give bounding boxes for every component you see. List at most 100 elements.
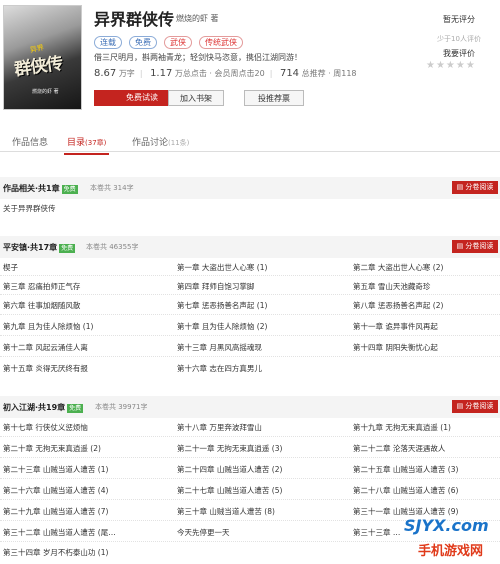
- volume-title: 初入江湖·共19章: [3, 403, 66, 412]
- chapter-link[interactable]: 第一章 大盗出世人心寒 (1): [177, 262, 267, 273]
- free-badge: 免费: [61, 185, 78, 194]
- chapter-link[interactable]: 第三十二章 山贼当道人遭苦 (尾…: [3, 527, 116, 538]
- word-count: 8.67: [94, 68, 117, 79]
- click-count: 1.17: [150, 68, 173, 79]
- volume-word-count: 本卷共 39971字: [95, 403, 148, 411]
- tab-discussion[interactable]: 作品讨论(11条): [132, 135, 189, 148]
- rating-count: 少于10人评价: [437, 35, 481, 43]
- cover-author: 燃烧的虾 著: [32, 89, 59, 95]
- chapter-link[interactable]: 第二十七章 山贼当道人遭苦 (5): [177, 485, 282, 496]
- volume-header: 平安镇·共17章 免费 本卷共 46355字 ▤ 分卷阅读: [0, 236, 500, 258]
- book-cover[interactable]: 异界 群侠传 燃烧的虾 著: [3, 5, 82, 110]
- row-divider: [0, 294, 500, 295]
- vote-button[interactable]: 投推荐票: [244, 90, 304, 106]
- rating-stars[interactable]: ★★★★★: [426, 60, 476, 71]
- chapter-link[interactable]: 第二十章 无拘无束真逍遥 (2): [3, 443, 101, 454]
- row-divider: [0, 499, 500, 500]
- book-intro: 借三尺明月，斟两袖青龙；轻剑快马恣意，携侣江湖同游！: [94, 53, 302, 62]
- book-stats: 8.67 万字 | 1.17 万总点击 · 会员周点击20 | 714 总推荐 · …: [94, 68, 357, 79]
- chapter-link[interactable]: 第十六章 志在四方真男儿: [177, 363, 262, 374]
- chapter-link[interactable]: 第十七章 行侠仗义惩烦恼: [3, 422, 88, 433]
- volume-name: 作品相关·共1章 免费: [3, 183, 78, 194]
- recommend-unit: 总推荐: [301, 69, 326, 78]
- free-badge: 免费: [67, 404, 84, 413]
- volume-title: 作品相关·共1章: [3, 184, 60, 193]
- chapter-link[interactable]: 第三章 忍痛拍师正气存: [3, 281, 80, 292]
- chapter-link[interactable]: 第十三章 月黑风高摇魂现: [177, 342, 262, 353]
- chapter-link[interactable]: 第七章 惩恶扬善名声起 (1): [177, 300, 267, 311]
- row-divider: [0, 436, 500, 437]
- chapter-link[interactable]: 第二十二章 沦落天涯遇故人: [353, 443, 445, 454]
- volume-title: 平安镇·共17章: [3, 243, 58, 252]
- volume-word-count: 本卷共 46355字: [86, 243, 139, 251]
- row-divider: [0, 314, 500, 315]
- volume-name: 平安镇·共17章 免费: [3, 242, 76, 253]
- week-recommend: 周118: [333, 69, 357, 78]
- tag-free: 免费: [129, 36, 157, 49]
- click-count-unit: 万总点击: [174, 69, 207, 78]
- volume-read-button[interactable]: ▤ 分卷阅读: [452, 240, 498, 253]
- tag-list: 连载 免费 武侠 传统武侠: [94, 36, 243, 49]
- chapter-link[interactable]: 第十二章 风起云涌佳人离: [3, 342, 88, 353]
- free-badge: 免费: [59, 244, 76, 253]
- chapter-link[interactable]: 第九章 且为佳人除烦恼 (1): [3, 321, 93, 332]
- chapter-link[interactable]: 第十一章 诡异事件风再起: [353, 321, 438, 332]
- tag-subcategory[interactable]: 传统武侠: [199, 36, 243, 49]
- rate-link[interactable]: 我要评价: [420, 48, 498, 59]
- chapter-link[interactable]: 第四章 拜师自饱习掌脚: [177, 281, 254, 292]
- chapter-link[interactable]: 第十四章 阴阳失衡忧心起: [353, 342, 438, 353]
- chapter-link[interactable]: 第二十九章 山贼当道人遭苦 (7): [3, 506, 108, 517]
- tab-discussion-label: 作品讨论: [132, 138, 169, 148]
- tab-catalog-label: 目录: [67, 138, 86, 148]
- add-to-shelf-button[interactable]: 加入书架: [168, 90, 224, 106]
- tab-info[interactable]: 作品信息: [12, 135, 48, 148]
- volume-read-button[interactable]: ▤ 分卷阅读: [452, 181, 498, 194]
- chapter-link[interactable]: 第三十章 山贼当道人遭苦 (8): [177, 506, 275, 517]
- volume-read-label: 分卷阅读: [465, 183, 494, 191]
- chapter-link[interactable]: 第十九章 无拘无束真逍遥 (1): [353, 422, 451, 433]
- volume-read-button[interactable]: ▤ 分卷阅读: [452, 400, 498, 413]
- chapter-link[interactable]: 第二章 大盗出世人心寒 (2): [353, 262, 443, 273]
- chapter-link[interactable]: 第二十三章 山贼当道人遭苦 (1): [3, 464, 108, 475]
- word-count-unit: 万字: [118, 69, 135, 78]
- tab-catalog-count: (37章): [85, 139, 107, 147]
- rating-title: 暂无评分: [443, 15, 475, 24]
- watermark-text: 手机游戏网: [418, 544, 484, 559]
- tab-discussion-count: (11条): [168, 139, 190, 147]
- chapter-link[interactable]: 今天先停更一天: [177, 527, 230, 538]
- chapter-link[interactable]: 第二十五章 山贼当道人遭苦 (3): [353, 464, 458, 475]
- chapter-link[interactable]: 第三十三章 …: [353, 527, 400, 538]
- volume-word-count: 本卷共 314字: [90, 184, 134, 192]
- chapter-link[interactable]: 第五章 雪山天池藏奇珍: [353, 281, 430, 292]
- watermark-logo: SJYX.com: [404, 516, 489, 535]
- chapter-link[interactable]: 第二十八章 山贼当道人遭苦 (6): [353, 485, 458, 496]
- row-divider: [0, 457, 500, 458]
- cover-title: 群侠传: [13, 53, 64, 81]
- member-clicks: 会员周点击20: [214, 69, 265, 78]
- chapter-link[interactable]: 第二十一章 无拘无束真逍遥 (3): [177, 443, 282, 454]
- tag-status: 连载: [94, 36, 122, 49]
- row-divider: [0, 478, 500, 479]
- chapter-link[interactable]: 第二十四章 山贼当道人遭苦 (2): [177, 464, 282, 475]
- row-divider: [0, 356, 500, 357]
- chapter-link[interactable]: 第八章 惩恶扬善名声起 (2): [353, 300, 443, 311]
- volume-name: 初入江湖·共19章 免费: [3, 402, 84, 413]
- tab-catalog[interactable]: 目录(37章): [64, 135, 110, 155]
- book-author[interactable]: 燃烧的虾 著: [176, 13, 219, 24]
- row-divider: [0, 275, 500, 276]
- tab-bar: 作品信息 目录(37章) 作品讨论(11条): [0, 128, 500, 155]
- volume-header: 初入江湖·共19章 免费 本卷共 39971字 ▤ 分卷阅读: [0, 396, 500, 418]
- chapter-link[interactable]: 第三十四章 岁月不朽泰山功 (1): [3, 547, 108, 558]
- chapter-link[interactable]: 第二十六章 山贼当道人遭苦 (4): [3, 485, 108, 496]
- chapter-link[interactable]: 第六章 往事加烟随风散: [3, 300, 80, 311]
- chapter-link[interactable]: 关于异界群侠传: [3, 203, 56, 214]
- chapter-link[interactable]: 第十五章 炎得无厌终有报: [3, 363, 88, 374]
- recommend-count: 714: [279, 68, 300, 79]
- volume-header: 作品相关·共1章 免费 本卷共 314字 ▤ 分卷阅读: [0, 177, 500, 199]
- tag-category[interactable]: 武侠: [164, 36, 192, 49]
- chapter-link[interactable]: 第十八章 万里奔波拜雪山: [177, 422, 262, 433]
- chapter-link[interactable]: 楔子: [3, 262, 18, 273]
- volume-read-label: 分卷阅读: [465, 402, 494, 410]
- book-title: 异界群侠传: [94, 10, 175, 29]
- chapter-link[interactable]: 第十章 且为佳人除烦恼 (2): [177, 321, 267, 332]
